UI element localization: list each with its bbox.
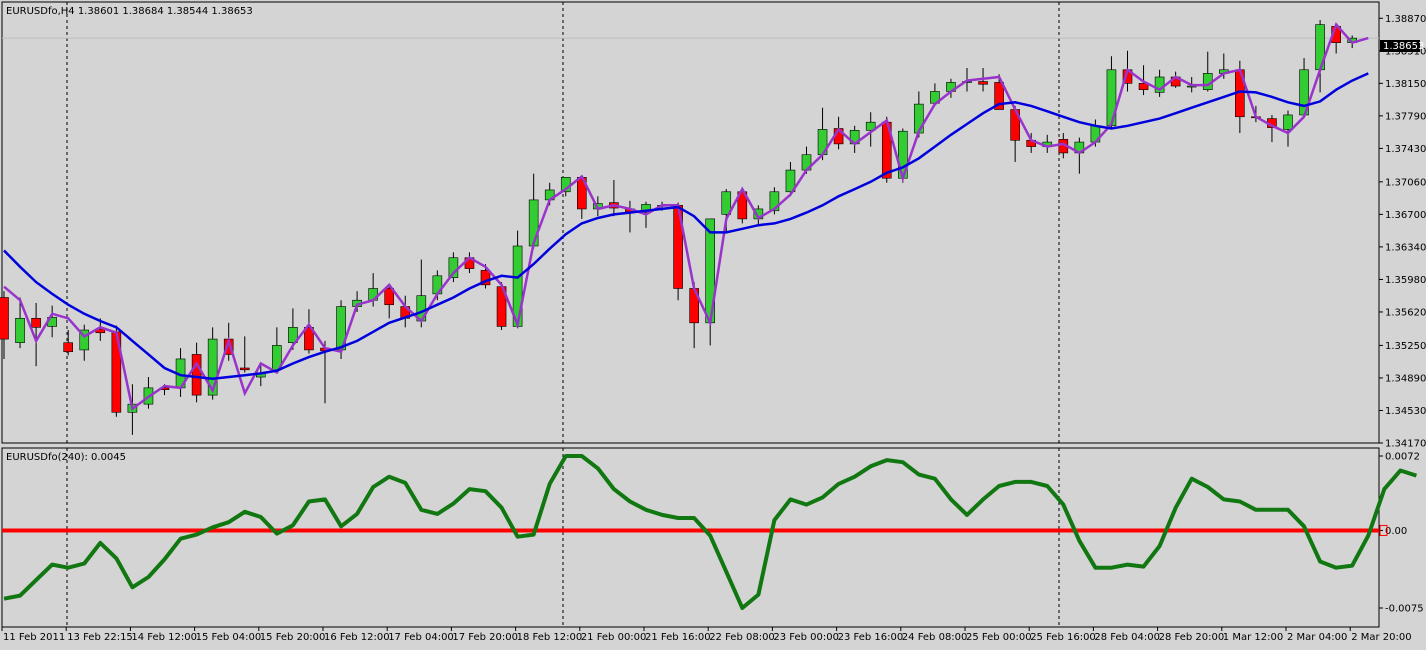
candle-body-4: [63, 342, 74, 353]
time-tick-label-13: 23 Feb 16:00: [838, 632, 904, 643]
time-tick-label-0: 11 Feb 2011: [3, 632, 65, 643]
price-tick-label-4: 1.37430: [1385, 144, 1426, 155]
time-tick-label-8: 18 Feb 12:00: [517, 632, 583, 643]
price-tick-label-5: 1.37060: [1385, 177, 1426, 188]
price-tick-label-11: 1.34890: [1385, 373, 1426, 384]
candle-body-33: [528, 199, 539, 247]
time-tick-label-5: 16 Feb 12:00: [324, 632, 390, 643]
time-tick-label-11: 22 Feb 08:00: [709, 632, 775, 643]
price-tick-label-13: 1.34170: [1385, 439, 1426, 450]
price-tick-label-0: 1.38870: [1385, 14, 1426, 25]
price-tick-label-6: 1.36700: [1385, 210, 1426, 221]
time-tick-label-10: 21 Feb 16:00: [645, 632, 711, 643]
candle-body-80: [1283, 114, 1293, 130]
time-tick-label-6: 17 Feb 04:00: [388, 632, 454, 643]
oscillator-tick-label-2: -0.0075: [1385, 604, 1424, 615]
candle-body-15: [239, 367, 250, 371]
time-tick-label-3: 15 Feb 04:00: [196, 632, 262, 643]
time-tick-label-12: 23 Feb 00:00: [773, 632, 839, 643]
price-tick-label-10: 1.35250: [1385, 341, 1426, 352]
candle-body-2: [31, 317, 41, 328]
trading-chart[interactable]: 1.388701.385101.381501.377901.374301.370…: [0, 0, 1426, 646]
price-tick-label-7: 1.36340: [1385, 242, 1426, 253]
time-tick-label-19: 1 Mar 12:00: [1223, 632, 1283, 643]
price-tick-label-12: 1.34530: [1385, 406, 1426, 417]
candle-body-1: [15, 317, 25, 343]
oscillator-tick-label-0: 0.0072: [1385, 452, 1420, 463]
candle-body-61: [978, 81, 988, 85]
time-tick-label-2: 14 Feb 12:00: [131, 632, 197, 643]
time-tick-label-15: 25 Feb 00:00: [966, 632, 1032, 643]
time-tick-label-14: 24 Feb 08:00: [902, 632, 968, 643]
time-tick-label-4: 15 Feb 20:00: [260, 632, 326, 643]
price-tick-label-9: 1.35620: [1385, 307, 1426, 318]
current-price-label: 1.38653: [1383, 41, 1424, 52]
time-tick-label-17: 28 Feb 04:00: [1094, 632, 1160, 643]
price-tick-label-3: 1.37790: [1385, 111, 1426, 122]
candle-body-12: [191, 354, 202, 396]
price-panel-label: EURUSDfo,H4 1.38601 1.38684 1.38544 1.38…: [6, 6, 253, 17]
time-tick-label-16: 25 Feb 16:00: [1030, 632, 1096, 643]
candle-body-0: [0, 297, 9, 340]
time-tick-label-18: 28 Feb 20:00: [1159, 632, 1225, 643]
time-tick-label-1: 13 Feb 22:15: [67, 632, 133, 643]
oscillator-panel-label: EURUSDfo(240): 0.0045: [6, 452, 126, 463]
time-tick-label-7: 17 Feb 20:00: [452, 632, 518, 643]
time-tick-label-20: 2 Mar 04:00: [1287, 632, 1347, 643]
time-tick-label-9: 21 Feb 00:00: [581, 632, 647, 643]
candle-body-57: [914, 103, 924, 134]
price-tick-label-2: 1.38150: [1385, 79, 1426, 90]
price-tick-label-8: 1.35980: [1385, 275, 1426, 286]
time-tick-label-21: 2 Mar 20:00: [1351, 632, 1411, 643]
oscillator-tick-label-1: 0.00: [1385, 526, 1407, 537]
chart-svg[interactable]: 1.388701.385101.381501.377901.374301.370…: [0, 0, 1426, 646]
